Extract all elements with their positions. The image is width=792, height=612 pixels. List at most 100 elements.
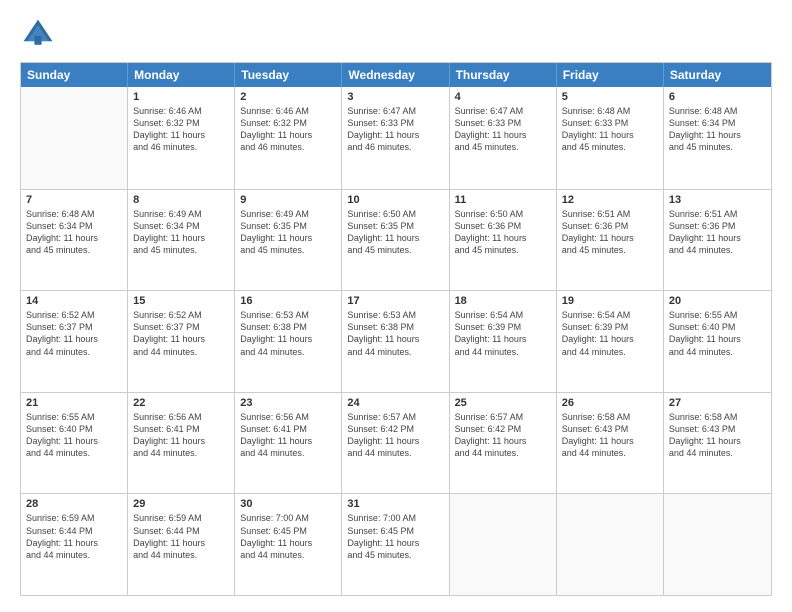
daylight-text-2: and 44 minutes. (347, 346, 443, 358)
sunset-text: Sunset: 6:34 PM (669, 117, 766, 129)
sunset-text: Sunset: 6:43 PM (669, 423, 766, 435)
daylight-text-2: and 45 minutes. (240, 244, 336, 256)
sunset-text: Sunset: 6:39 PM (562, 321, 658, 333)
calendar-cell: 19Sunrise: 6:54 AMSunset: 6:39 PMDayligh… (557, 291, 664, 392)
sunset-text: Sunset: 6:45 PM (240, 525, 336, 537)
logo (20, 16, 60, 52)
sunrise-text: Sunrise: 6:51 AM (669, 208, 766, 220)
day-number: 18 (455, 295, 551, 307)
sunrise-text: Sunrise: 6:55 AM (26, 411, 122, 423)
calendar-cell: 31Sunrise: 7:00 AMSunset: 6:45 PMDayligh… (342, 494, 449, 595)
sunset-text: Sunset: 6:32 PM (240, 117, 336, 129)
calendar-cell: 25 Sunrise: 6:57 AMSunset: 6:42 PMDayligh… (450, 393, 557, 494)
page: SundayMondayTuesdayWednesdayThursdayFrid… (0, 0, 792, 612)
calendar-cell: 22 Sunrise: 6:56 AMSunset: 6:41 PMDayligh… (128, 393, 235, 494)
calendar-cell: 1Sunrise: 6:46 AMSunset: 6:32 PMDaylight… (128, 87, 235, 189)
sunrise-text: Sunrise: 7:00 AM (347, 512, 443, 524)
daylight-text-1: Daylight: 11 hours (133, 333, 229, 345)
daylight-text-1: Daylight: 11 hours (669, 333, 766, 345)
calendar-cell: 28Sunrise: 6:59 AMSunset: 6:44 PMDayligh… (21, 494, 128, 595)
sunrise-text: Sunrise: 6:54 AM (562, 309, 658, 321)
day-number: 12 (562, 194, 658, 206)
daylight-text-2: and 44 minutes. (240, 346, 336, 358)
calendar: SundayMondayTuesdayWednesdayThursdayFrid… (20, 62, 772, 596)
day-number: 16 (240, 295, 336, 307)
daylight-text-2: and 45 minutes. (347, 549, 443, 561)
sunrise-text: Sunrise: 6:52 AM (26, 309, 122, 321)
daylight-text-1: Daylight: 11 hours (347, 537, 443, 549)
daylight-text-2: and 44 minutes. (669, 447, 766, 459)
calendar-cell: 9Sunrise: 6:49 AMSunset: 6:35 PMDaylight… (235, 190, 342, 291)
day-number: 22 (133, 397, 229, 409)
day-number: 20 (669, 295, 766, 307)
daylight-text-1: Daylight: 11 hours (240, 537, 336, 549)
daylight-text-1: Daylight: 11 hours (26, 232, 122, 244)
sunset-text: Sunset: 6:32 PM (133, 117, 229, 129)
daylight-text-1: Daylight: 11 hours (133, 435, 229, 447)
day-number: 4 (455, 91, 551, 103)
header-day-sunday: Sunday (21, 63, 128, 87)
logo-icon (20, 16, 56, 52)
daylight-text-1: Daylight: 11 hours (26, 537, 122, 549)
calendar-cell: 2Sunrise: 6:46 AMSunset: 6:32 PMDaylight… (235, 87, 342, 189)
daylight-text-2: and 44 minutes. (669, 244, 766, 256)
sunset-text: Sunset: 6:33 PM (347, 117, 443, 129)
sunrise-text: Sunrise: 6:56 AM (240, 411, 336, 423)
sunset-text: Sunset: 6:33 PM (562, 117, 658, 129)
sunrise-text: Sunrise: 6:56 AM (133, 411, 229, 423)
sunrise-text: Sunrise: 6:57 AM (455, 411, 551, 423)
sunrise-text: Sunrise: 6:53 AM (240, 309, 336, 321)
sunset-text: Sunset: 6:35 PM (240, 220, 336, 232)
header-day-monday: Monday (128, 63, 235, 87)
calendar-cell: 18Sunrise: 6:54 AMSunset: 6:39 PMDayligh… (450, 291, 557, 392)
daylight-text-2: and 44 minutes. (455, 346, 551, 358)
sunset-text: Sunset: 6:36 PM (455, 220, 551, 232)
calendar-cell: 17Sunrise: 6:53 AMSunset: 6:38 PMDayligh… (342, 291, 449, 392)
daylight-text-1: Daylight: 11 hours (669, 129, 766, 141)
daylight-text-1: Daylight: 11 hours (133, 537, 229, 549)
sunrise-text: Sunrise: 6:59 AM (133, 512, 229, 524)
sunrise-text: Sunrise: 6:53 AM (347, 309, 443, 321)
sunset-text: Sunset: 6:42 PM (455, 423, 551, 435)
header-day-tuesday: Tuesday (235, 63, 342, 87)
sunset-text: Sunset: 6:41 PM (133, 423, 229, 435)
day-number: 10 (347, 194, 443, 206)
day-number: 25 (455, 397, 551, 409)
sunrise-text: Sunrise: 6:54 AM (455, 309, 551, 321)
calendar-cell: 29Sunrise: 6:59 AMSunset: 6:44 PMDayligh… (128, 494, 235, 595)
sunrise-text: Sunrise: 6:58 AM (562, 411, 658, 423)
header-day-thursday: Thursday (450, 63, 557, 87)
sunrise-text: Sunrise: 6:50 AM (455, 208, 551, 220)
calendar-cell: 23Sunrise: 6:56 AMSunset: 6:41 PMDayligh… (235, 393, 342, 494)
daylight-text-1: Daylight: 11 hours (455, 435, 551, 447)
daylight-text-1: Daylight: 11 hours (347, 435, 443, 447)
calendar-cell (664, 494, 771, 595)
calendar-cell: 12Sunrise: 6:51 AMSunset: 6:36 PMDayligh… (557, 190, 664, 291)
daylight-text-2: and 45 minutes. (455, 141, 551, 153)
header-day-saturday: Saturday (664, 63, 771, 87)
sunset-text: Sunset: 6:37 PM (26, 321, 122, 333)
daylight-text-1: Daylight: 11 hours (240, 435, 336, 447)
sunrise-text: Sunrise: 6:52 AM (133, 309, 229, 321)
daylight-text-2: and 44 minutes. (26, 447, 122, 459)
sunrise-text: Sunrise: 6:49 AM (240, 208, 336, 220)
calendar-cell: 21Sunrise: 6:55 AMSunset: 6:40 PMDayligh… (21, 393, 128, 494)
daylight-text-1: Daylight: 11 hours (26, 435, 122, 447)
day-number: 27 (669, 397, 766, 409)
daylight-text-1: Daylight: 11 hours (562, 232, 658, 244)
sunrise-text: Sunrise: 7:00 AM (240, 512, 336, 524)
sunset-text: Sunset: 6:45 PM (347, 525, 443, 537)
sunset-text: Sunset: 6:38 PM (347, 321, 443, 333)
daylight-text-1: Daylight: 11 hours (240, 333, 336, 345)
calendar-cell: 15Sunrise: 6:52 AMSunset: 6:37 PMDayligh… (128, 291, 235, 392)
day-number: 2 (240, 91, 336, 103)
daylight-text-1: Daylight: 11 hours (347, 129, 443, 141)
daylight-text-1: Daylight: 11 hours (669, 232, 766, 244)
day-number: 14 (26, 295, 122, 307)
sunrise-text: Sunrise: 6:48 AM (26, 208, 122, 220)
calendar-cell: 16Sunrise: 6:53 AMSunset: 6:38 PMDayligh… (235, 291, 342, 392)
sunrise-text: Sunrise: 6:47 AM (347, 105, 443, 117)
sunrise-text: Sunrise: 6:57 AM (347, 411, 443, 423)
daylight-text-2: and 45 minutes. (26, 244, 122, 256)
daylight-text-1: Daylight: 11 hours (347, 333, 443, 345)
